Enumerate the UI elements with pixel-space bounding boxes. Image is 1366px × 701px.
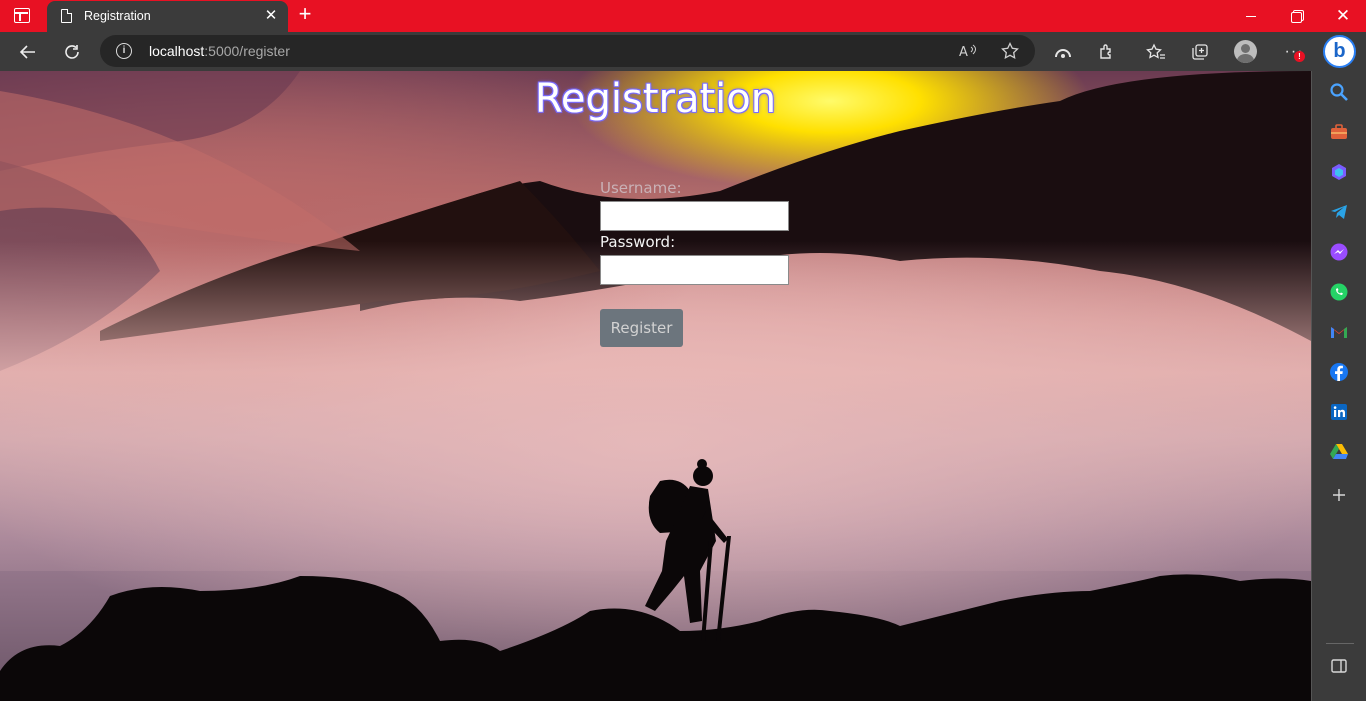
collections-icon[interactable]: [1186, 38, 1214, 66]
facebook-icon[interactable]: [1329, 362, 1349, 382]
tab-registration[interactable]: Registration ✕: [47, 1, 288, 32]
password-input[interactable]: [600, 255, 789, 285]
svg-text:A: A: [959, 45, 968, 59]
site-info-icon[interactable]: i: [116, 43, 132, 59]
sidebar-divider: [1326, 643, 1354, 644]
sidebar-toggle-icon[interactable]: [1329, 656, 1349, 676]
refresh-icon: [65, 45, 79, 59]
back-button[interactable]: [14, 38, 42, 66]
performance-icon[interactable]: [1049, 38, 1077, 66]
back-arrow-icon: [19, 45, 35, 59]
background-mountain-image: [0, 71, 1311, 701]
username-label: Username:: [600, 179, 682, 197]
tab-title: Registration: [84, 9, 151, 23]
gmail-icon[interactable]: [1329, 322, 1349, 342]
title-bar: Registration ✕ + ✕: [0, 0, 1366, 32]
browser-toolbar: i localhost:5000/register A ··· ! b: [0, 32, 1366, 71]
add-icon[interactable]: [1329, 485, 1349, 505]
bing-copilot-icon[interactable]: b: [1323, 35, 1356, 68]
workspaces-icon[interactable]: [14, 8, 30, 23]
tools-icon[interactable]: [1329, 122, 1349, 142]
password-label: Password:: [600, 233, 676, 251]
address-bar[interactable]: i localhost:5000/register A: [100, 35, 1035, 67]
favorite-star-icon[interactable]: [998, 39, 1022, 63]
restore-button[interactable]: [1274, 0, 1320, 32]
extensions-icon[interactable]: [1093, 38, 1121, 66]
linkedin-icon[interactable]: [1329, 402, 1349, 422]
refresh-button[interactable]: [58, 38, 86, 66]
google-drive-icon[interactable]: [1329, 442, 1349, 462]
whatsapp-icon[interactable]: [1329, 282, 1349, 302]
edge-sidebar: [1311, 71, 1366, 701]
favorites-icon[interactable]: [1142, 38, 1170, 66]
page-viewport: Registration Username: Password: Registe…: [0, 71, 1311, 701]
search-icon[interactable]: [1329, 82, 1349, 102]
register-button[interactable]: Register: [600, 309, 683, 347]
more-menu-icon[interactable]: ···: [1280, 38, 1308, 66]
profile-avatar[interactable]: [1234, 40, 1257, 63]
url-text[interactable]: localhost:5000/register: [149, 43, 290, 59]
page-icon: [61, 9, 72, 23]
read-aloud-icon[interactable]: A: [957, 39, 981, 63]
minimize-button[interactable]: [1228, 0, 1274, 32]
close-tab-icon[interactable]: ✕: [262, 6, 280, 26]
notification-badge: !: [1294, 51, 1305, 62]
new-tab-button[interactable]: +: [294, 3, 316, 26]
messenger-icon[interactable]: [1329, 242, 1349, 262]
telegram-icon[interactable]: [1329, 202, 1349, 222]
window-close-button[interactable]: ✕: [1320, 0, 1366, 32]
username-input[interactable]: [600, 201, 789, 231]
copilot-icon[interactable]: [1329, 162, 1349, 182]
page-title: Registration: [534, 76, 777, 122]
